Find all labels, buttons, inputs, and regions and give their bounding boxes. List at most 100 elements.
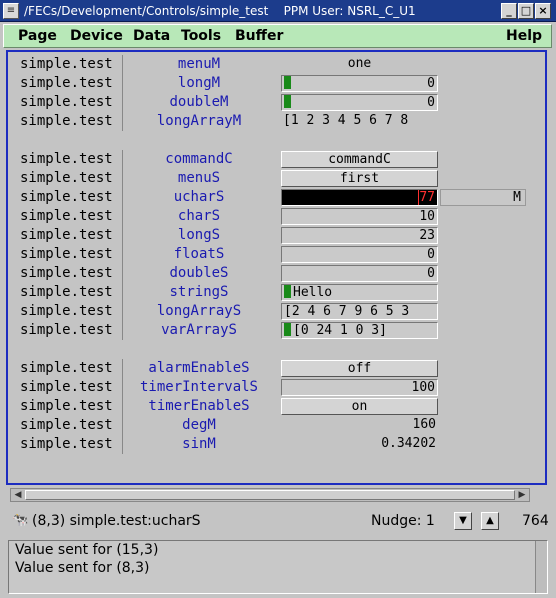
- menu-data[interactable]: Data: [133, 28, 170, 44]
- device-name: simple.test: [20, 113, 113, 129]
- menu-buffer[interactable]: Buffer: [235, 28, 283, 44]
- row-menuM: simple.test menuM one: [8, 55, 545, 74]
- property-name[interactable]: alarmEnableS: [125, 359, 273, 378]
- horizontal-scrollbar[interactable]: ◀ ▶: [10, 488, 530, 502]
- column-divider: [122, 359, 123, 378]
- property-name[interactable]: ucharS: [125, 188, 273, 207]
- scroll-left-icon[interactable]: ◀: [12, 490, 24, 500]
- doubleS-value[interactable]: 0: [281, 265, 438, 282]
- nudge-up-button[interactable]: ▲: [481, 512, 499, 530]
- varArrayS-value[interactable]: [0 24 1 0 3]: [281, 322, 438, 339]
- value-text: 160: [412, 417, 436, 432]
- status-count: 764: [522, 513, 549, 529]
- sinM-value: 0.34202: [281, 436, 438, 453]
- property-name[interactable]: varArrayS: [125, 321, 273, 340]
- value-text: 77: [418, 190, 435, 205]
- row-doubleS: simple.test doubleS 0: [8, 264, 545, 283]
- app-menu-icon[interactable]: ≡: [3, 3, 19, 19]
- value-text: 23: [419, 228, 435, 243]
- property-name[interactable]: longArrayM: [125, 112, 273, 131]
- row-alarmEnableS: simple.test alarmEnableS off: [8, 359, 545, 378]
- nudge-down-button[interactable]: ▼: [454, 512, 472, 530]
- indicator-bar: [284, 76, 291, 89]
- indicator-bar: [284, 95, 291, 108]
- value-text: Hello: [293, 285, 333, 300]
- column-divider: [122, 112, 123, 131]
- row-varArrayS: simple.test varArrayS [0 24 1 0 3]: [8, 321, 545, 340]
- commandC-button[interactable]: commandC: [281, 151, 438, 168]
- column-divider: [122, 207, 123, 226]
- device-icon: 🐄: [12, 513, 29, 528]
- column-divider: [122, 302, 123, 321]
- menuS-button[interactable]: first: [281, 170, 438, 187]
- row-longM: simple.test longM 0: [8, 74, 545, 93]
- property-name[interactable]: commandC: [125, 150, 273, 169]
- device-name: simple.test: [20, 303, 113, 319]
- menu-tools[interactable]: Tools: [181, 28, 221, 44]
- property-name[interactable]: doubleS: [125, 264, 273, 283]
- alarmEnableS-button[interactable]: off: [281, 360, 438, 377]
- device-name: simple.test: [20, 246, 113, 262]
- device-name: simple.test: [20, 227, 113, 243]
- device-name: simple.test: [20, 75, 113, 91]
- property-name[interactable]: menuM: [125, 55, 273, 74]
- device-name: simple.test: [20, 360, 113, 376]
- property-name[interactable]: degM: [125, 416, 273, 435]
- ucharS-value[interactable]: 77: [281, 189, 438, 206]
- scroll-right-icon[interactable]: ▶: [516, 490, 528, 500]
- message-log: Value sent for (15,3) Value sent for (8,…: [8, 540, 548, 594]
- property-name[interactable]: longS: [125, 226, 273, 245]
- property-name[interactable]: floatS: [125, 245, 273, 264]
- value-text: 0.34202: [381, 436, 436, 451]
- menu-page[interactable]: Page: [18, 28, 57, 44]
- property-name[interactable]: longArrayS: [125, 302, 273, 321]
- menu-device[interactable]: Device: [70, 28, 123, 44]
- row-longS: simple.test longS 23: [8, 226, 545, 245]
- column-divider: [122, 55, 123, 74]
- doubleM-value[interactable]: 0: [281, 94, 438, 111]
- scroll-thumb[interactable]: [25, 490, 515, 500]
- row-timerEnableS: simple.test timerEnableS on: [8, 397, 545, 416]
- property-name[interactable]: menuS: [125, 169, 273, 188]
- row-commandC: simple.test commandC commandC: [8, 150, 545, 169]
- maximize-button[interactable]: □: [518, 3, 534, 19]
- row-longArrayS: simple.test longArrayS [2 4 6 7 9 6 5 3: [8, 302, 545, 321]
- cell-location: (8,3) simple.test:ucharS: [32, 513, 201, 529]
- floatS-value[interactable]: 0: [281, 246, 438, 263]
- property-name[interactable]: charS: [125, 207, 273, 226]
- device-name: simple.test: [20, 265, 113, 281]
- timerIntervalS-value[interactable]: 100: [281, 379, 438, 396]
- timerEnableS-button[interactable]: on: [281, 398, 438, 415]
- property-name[interactable]: timerEnableS: [125, 397, 273, 416]
- column-divider: [122, 283, 123, 302]
- property-name[interactable]: longM: [125, 74, 273, 93]
- close-button[interactable]: ×: [535, 3, 551, 19]
- longS-value[interactable]: 23: [281, 227, 438, 244]
- longM-value[interactable]: 0: [281, 75, 438, 92]
- window-title: /FECs/Development/Controls/simple_test P…: [24, 4, 416, 18]
- property-name[interactable]: doubleM: [125, 93, 273, 112]
- menu-help[interactable]: Help: [506, 28, 542, 44]
- message-scrollbar[interactable]: [535, 541, 547, 593]
- column-divider: [122, 150, 123, 169]
- value-text: 0: [427, 266, 435, 281]
- longArrayM-value: [1 2 3 4 5 6 7 8: [281, 113, 438, 130]
- stringS-value[interactable]: Hello: [281, 284, 438, 301]
- column-divider: [122, 93, 123, 112]
- device-name: simple.test: [20, 417, 113, 433]
- property-name[interactable]: sinM: [125, 435, 273, 454]
- longArrayS-value[interactable]: [2 4 6 7 9 6 5 3: [281, 303, 438, 320]
- value-text: 0: [427, 76, 435, 91]
- row-longArrayM: simple.test longArrayM [1 2 3 4 5 6 7 8: [8, 112, 545, 131]
- column-divider: [122, 435, 123, 454]
- property-name[interactable]: timerIntervalS: [125, 378, 273, 397]
- column-divider: [122, 264, 123, 283]
- device-name: simple.test: [20, 284, 113, 300]
- column-divider: [122, 245, 123, 264]
- property-name[interactable]: stringS: [125, 283, 273, 302]
- device-name: simple.test: [20, 56, 113, 72]
- indicator-bar: [284, 285, 291, 298]
- ucharS-char-field[interactable]: M: [440, 189, 526, 206]
- minimize-button[interactable]: _: [501, 3, 517, 19]
- charS-value[interactable]: 10: [281, 208, 438, 225]
